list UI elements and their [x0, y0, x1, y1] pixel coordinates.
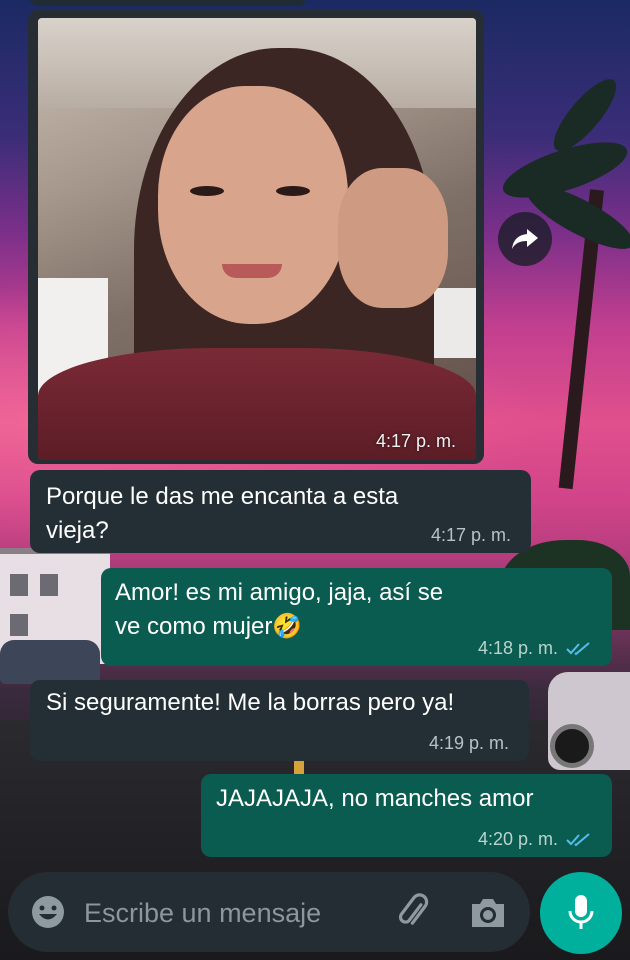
message-time: 4:17 p. m. [430, 525, 511, 545]
message-time: 4:19 p. m. [428, 733, 509, 753]
message-composer [8, 872, 530, 952]
emoji-icon[interactable] [30, 894, 66, 930]
microphone-icon [568, 895, 594, 929]
message-text: JAJAJAJA, no manches amor [216, 785, 534, 812]
paperclip-icon[interactable] [392, 892, 434, 934]
camera-icon[interactable] [468, 894, 508, 932]
wallpaper-car [0, 640, 100, 684]
incoming-message[interactable]: Porque le das me encanta a esta vieja? 4… [30, 470, 531, 553]
forward-arrow-icon [512, 229, 538, 249]
message-text: Si seguramente! Me la borras pero ya! [46, 689, 455, 716]
read-ticks-icon [566, 832, 590, 846]
image-message-bubble[interactable]: 4:17 p. m. [28, 10, 484, 464]
message-input[interactable] [82, 890, 386, 936]
microphone-button[interactable] [540, 872, 622, 954]
message-text: Amor! es mi amigo, jaja, así se ve como … [115, 579, 444, 640]
wallpaper-car [548, 672, 630, 770]
outgoing-message[interactable]: JAJAJAJA, no manches amor 4:20 p. m. [201, 774, 612, 857]
read-ticks-icon [566, 641, 590, 655]
message-time: 4:17 p. m. [375, 431, 456, 451]
message-time: 4:20 p. m. [477, 829, 558, 849]
forward-button[interactable] [498, 212, 552, 266]
incoming-message[interactable]: Si seguramente! Me la borras pero ya! 4:… [30, 680, 529, 761]
shared-photo[interactable] [38, 18, 476, 460]
outgoing-message[interactable]: Amor! es mi amigo, jaja, así se ve como … [101, 568, 612, 666]
message-time: 4:18 p. m. [477, 638, 558, 658]
previous-message-edge [30, 0, 306, 6]
